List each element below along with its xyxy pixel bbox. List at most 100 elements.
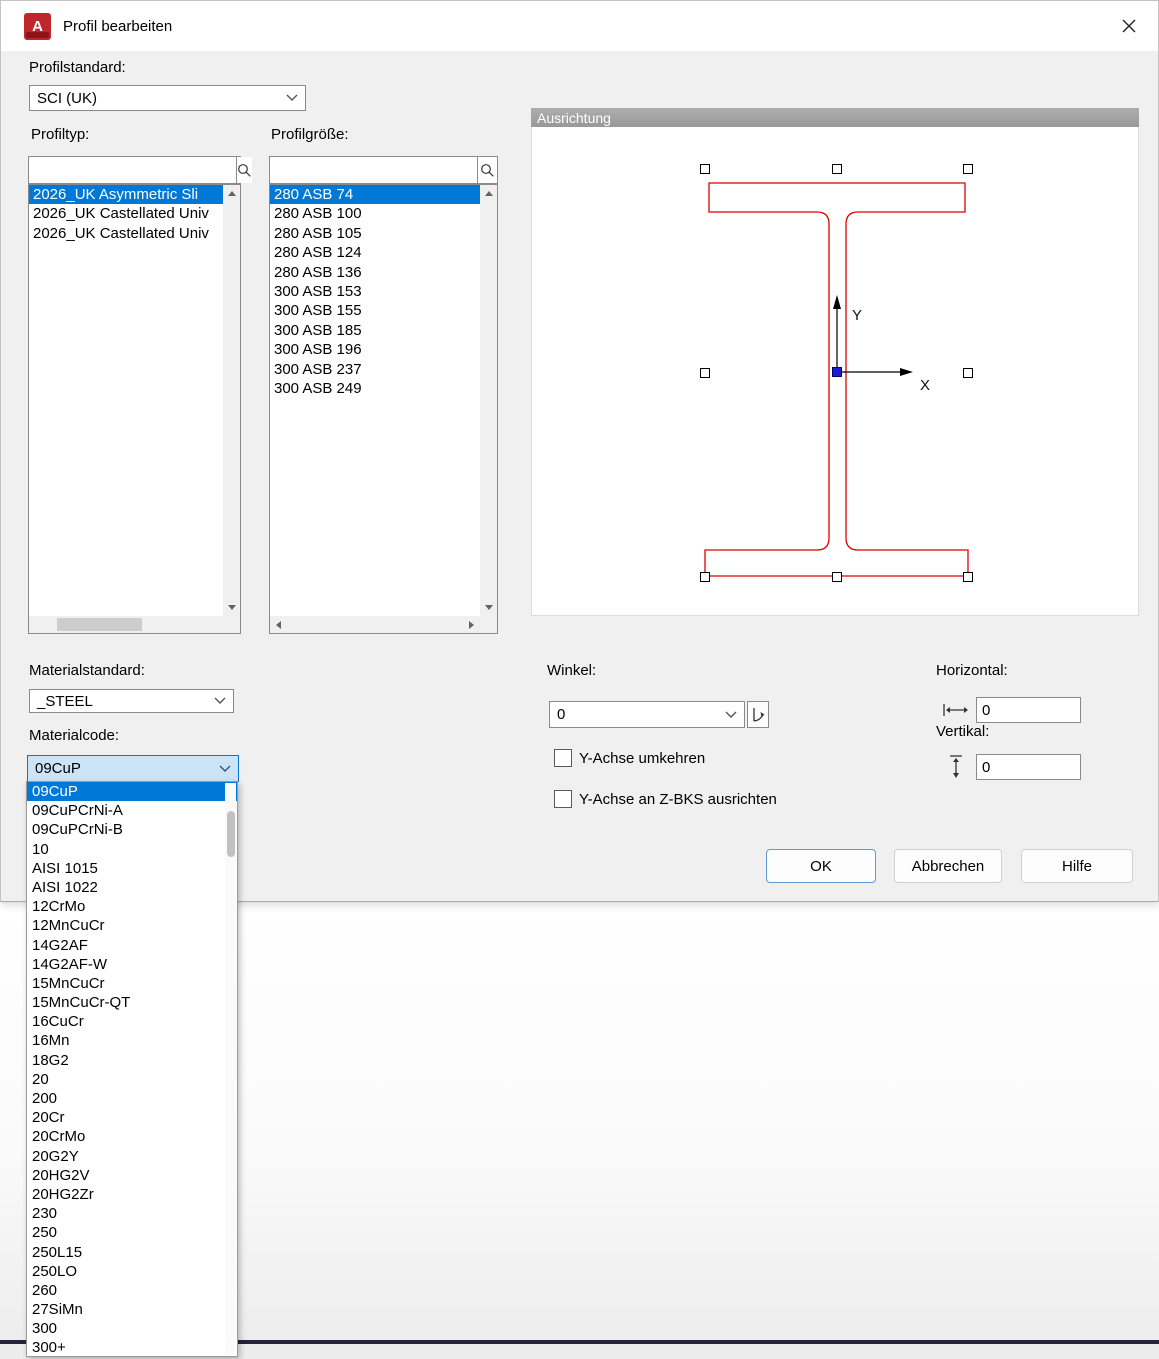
search-icon: [481, 163, 494, 177]
chevron-down-icon: [286, 94, 298, 102]
material-option[interactable]: AISI 1015: [27, 859, 237, 878]
material-option[interactable]: 250LO: [27, 1262, 237, 1281]
materialcode-value: 09CuP: [35, 760, 81, 777]
material-option[interactable]: 20CrMo: [27, 1127, 237, 1146]
materialcode-dropdown-list: 09CuP 09CuPCrNi-A 09CuPCrNi-B 10 AISI 10…: [26, 781, 238, 1357]
dropdown-scrollbar[interactable]: [225, 783, 236, 1355]
material-option[interactable]: 14G2AF: [27, 936, 237, 955]
profiltyp-search-input[interactable]: [29, 157, 236, 183]
materialstandard-combobox[interactable]: _STEEL: [29, 689, 234, 713]
profilgroesse-search: [269, 156, 498, 184]
close-button[interactable]: [1114, 11, 1144, 41]
scrollbar-corner: [480, 616, 497, 633]
align-zbks-label: Y-Achse an Z-BKS ausrichten: [579, 790, 777, 808]
material-option[interactable]: 20HG2V: [27, 1166, 237, 1185]
profiltyp-vertical-scrollbar[interactable]: [223, 185, 240, 616]
material-option[interactable]: 09CuP: [27, 782, 237, 802]
ausrichtung-header: Ausrichtung: [531, 108, 1139, 127]
horizontal-input[interactable]: [976, 697, 1081, 723]
profilgroesse-vertical-scrollbar[interactable]: [480, 185, 497, 616]
winkel-combobox[interactable]: 0: [549, 701, 745, 728]
material-option[interactable]: 12MnCuCr: [27, 916, 237, 935]
material-option[interactable]: 16Mn: [27, 1031, 237, 1050]
material-option[interactable]: 12CrMo: [27, 897, 237, 916]
material-option[interactable]: AISI 1022: [27, 878, 237, 897]
vertikal-label: Vertikal:: [936, 723, 990, 740]
profilgroesse-item[interactable]: 280 ASB 136: [270, 263, 480, 282]
profile-preview-drawing: Y X: [700, 164, 973, 582]
material-option[interactable]: 10: [27, 840, 237, 859]
pick-angle-icon: [753, 707, 765, 722]
material-option[interactable]: 27SiMn: [27, 1300, 237, 1319]
material-option[interactable]: 09CuPCrNi-B: [27, 820, 237, 839]
ausrichtung-title: Ausrichtung: [537, 109, 611, 126]
material-option[interactable]: 14G2AF-W: [27, 955, 237, 974]
align-zbks-checkbox[interactable]: [554, 790, 572, 808]
profilgroesse-item[interactable]: 280 ASB 105: [270, 224, 480, 243]
profilgroesse-item[interactable]: 280 ASB 100: [270, 204, 480, 223]
profilgroesse-item[interactable]: 300 ASB 185: [270, 321, 480, 340]
material-option[interactable]: 20Cr: [27, 1108, 237, 1127]
profilgroesse-item[interactable]: 300 ASB 153: [270, 282, 480, 301]
profilstandard-combobox[interactable]: SCI (UK): [29, 85, 306, 111]
profilgroesse-item[interactable]: 300 ASB 155: [270, 301, 480, 320]
scrollbar-thumb[interactable]: [57, 618, 142, 631]
profil-bearbeiten-dialog: A Profil bearbeiten Profilstandard: SCI …: [0, 0, 1159, 902]
material-option[interactable]: 260: [27, 1281, 237, 1300]
x-axis-arrow: [900, 368, 913, 376]
vertical-offset-icon: [948, 754, 964, 780]
scroll-down-icon[interactable]: [223, 599, 240, 616]
cancel-button[interactable]: Abbrechen: [894, 849, 1002, 883]
profilgroesse-horizontal-scrollbar[interactable]: [270, 616, 480, 633]
material-option[interactable]: 300+: [27, 1338, 237, 1357]
invert-y-checkbox-row: Y-Achse umkehren: [554, 749, 705, 767]
profilgroesse-search-button[interactable]: [477, 157, 497, 183]
help-button[interactable]: Hilfe: [1021, 849, 1133, 883]
material-option[interactable]: 300: [27, 1319, 237, 1338]
scroll-up-icon[interactable]: [223, 185, 240, 202]
material-option[interactable]: 230: [27, 1204, 237, 1223]
invert-y-checkbox[interactable]: [554, 749, 572, 767]
profilgroesse-item[interactable]: 280 ASB 124: [270, 243, 480, 262]
profilgroesse-item[interactable]: 300 ASB 196: [270, 340, 480, 359]
material-option[interactable]: 250: [27, 1223, 237, 1242]
profilgroesse-label: Profilgröße:: [271, 126, 349, 143]
material-option[interactable]: 20HG2Zr: [27, 1185, 237, 1204]
pick-angle-button[interactable]: [747, 701, 769, 728]
ok-button[interactable]: OK: [766, 849, 876, 883]
winkel-label: Winkel:: [547, 662, 597, 679]
materialstandard-label: Materialstandard:: [29, 662, 145, 679]
y-axis-label: Y: [852, 307, 862, 324]
scrollbar-corner: [223, 616, 240, 633]
scroll-right-icon[interactable]: [463, 616, 480, 633]
profiltyp-search-button[interactable]: [236, 157, 252, 183]
profilgroesse-search-input[interactable]: [270, 157, 477, 183]
material-option[interactable]: 15MnCuCr: [27, 974, 237, 993]
profiltyp-item[interactable]: 2026_UK Castellated Univ: [29, 224, 223, 243]
close-icon: [1122, 19, 1136, 33]
materialcode-label: Materialcode:: [29, 727, 120, 744]
profilgroesse-item[interactable]: 280 ASB 74: [270, 185, 480, 205]
profiltyp-item[interactable]: 2026_UK Castellated Univ: [29, 204, 223, 223]
material-option[interactable]: 18G2: [27, 1051, 237, 1070]
materialcode-combobox[interactable]: 09CuP: [27, 755, 239, 782]
profilgroesse-item[interactable]: 300 ASB 237: [270, 360, 480, 379]
profilgroesse-item[interactable]: 300 ASB 249: [270, 379, 480, 398]
material-option[interactable]: 20G2Y: [27, 1147, 237, 1166]
scroll-down-icon[interactable]: [480, 599, 497, 616]
scroll-left-icon[interactable]: [270, 616, 287, 633]
y-axis-arrow: [833, 295, 841, 309]
material-option[interactable]: 09CuPCrNi-A: [27, 801, 237, 820]
vertical-input[interactable]: [976, 754, 1081, 780]
material-option[interactable]: 250L15: [27, 1243, 237, 1262]
profiltyp-label: Profiltyp:: [31, 126, 90, 143]
scrollbar-thumb[interactable]: [227, 811, 235, 857]
material-option[interactable]: 200: [27, 1089, 237, 1108]
profiltyp-item[interactable]: 2026_UK Asymmetric Sli: [29, 185, 223, 205]
scroll-up-icon[interactable]: [480, 185, 497, 202]
material-option[interactable]: 15MnCuCr-QT: [27, 993, 237, 1012]
profiltyp-horizontal-scrollbar[interactable]: [29, 616, 223, 633]
winkel-value: 0: [557, 706, 566, 723]
material-option[interactable]: 20: [27, 1070, 237, 1089]
material-option[interactable]: 16CuCr: [27, 1012, 237, 1031]
